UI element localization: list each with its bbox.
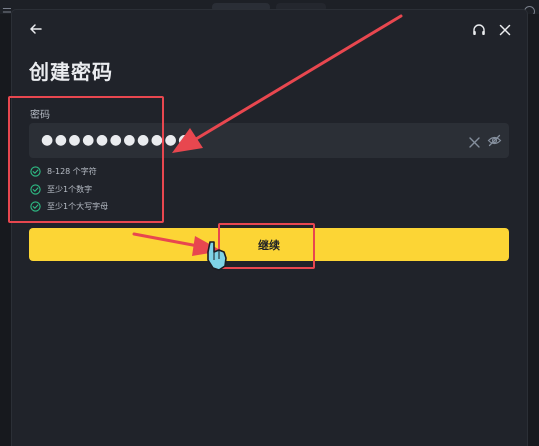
clear-x-icon — [469, 137, 480, 148]
headset-icon — [473, 24, 485, 35]
arrow-left-icon — [30, 24, 42, 34]
annotation-box-continue — [218, 223, 315, 269]
eye-off-icon — [487, 134, 502, 147]
toggle-visibility-button[interactable] — [487, 133, 502, 148]
back-button[interactable] — [28, 21, 44, 37]
background-panel-right — [528, 14, 539, 446]
screen: ☰ 创建密码 密码 ●●●●●●●●●●● 8-128 个字符 至少1个数字 至… — [0, 0, 539, 446]
background-panel-left — [0, 14, 12, 446]
clear-password-button[interactable] — [468, 134, 481, 148]
close-button[interactable] — [497, 22, 513, 38]
support-button[interactable] — [471, 22, 487, 38]
annotation-box-password — [8, 96, 164, 223]
close-icon — [499, 24, 511, 36]
page-title: 创建密码 — [29, 60, 113, 84]
